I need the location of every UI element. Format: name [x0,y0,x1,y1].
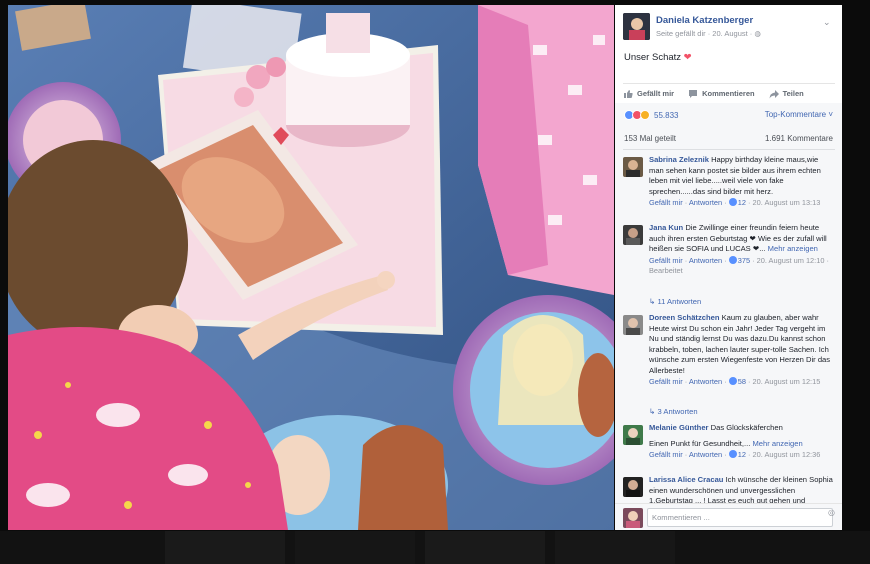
comment-like-link[interactable]: Gefällt mir [649,256,683,265]
reactions-summary[interactable]: 55.833 [624,110,678,120]
comment-like-count[interactable]: 12 [728,198,746,207]
comment-text: Das Glückskäferchen [710,423,783,432]
comment-count[interactable]: 1.691 Kommentare [765,134,833,143]
post-side-panel: Daniela Katzenberger Seite gefällt dir ·… [615,5,842,530]
post-header: Daniela Katzenberger Seite gefällt dir ·… [623,13,835,43]
comment-reply-link[interactable]: Antworten [689,256,722,265]
comment-time: 20. August um 12:15 [752,377,821,386]
comment-meta: Gefällt mir · Antworten · 12 · 20. Augus… [649,450,821,459]
like-badge-icon [728,450,737,458]
comment-text-continued: Einen Punkt für Gesundheit,... [649,438,751,448]
comment-list: Sabrina Zeleznik Happy birthday kleine m… [615,153,842,503]
like-badge-icon [728,198,737,206]
commenter-avatar[interactable] [623,425,643,445]
comment-time: 20. August um 12:36 [752,450,821,459]
page-avatar[interactable] [623,13,650,40]
see-more-link[interactable]: Mehr anzeigen [768,244,818,253]
see-more-link[interactable]: Mehr anzeigen [752,439,802,448]
commenter-name[interactable]: Melanie Günther [649,423,709,432]
comment-reply-link[interactable]: Antworten [689,377,722,386]
comment-like-count[interactable]: 58 [728,377,746,386]
heart-icon: ❤ [683,52,692,63]
engagement-section: 55.833 Top-Kommentare ˅ 153 Mal geteilt … [615,103,842,530]
comment-text: Kaum zu glauben, aber wahr Heute wirst D… [649,313,831,375]
commenter-name[interactable]: Jana Kun [649,223,683,232]
comment-icon [688,89,698,99]
comment-reply-link[interactable]: Antworten [689,198,722,207]
comment-like-count[interactable]: 12 [728,450,746,459]
comment-like-count[interactable]: 375 [728,255,750,265]
comment-like-link[interactable]: Gefällt mir [649,198,683,207]
commenter-avatar[interactable] [623,225,643,245]
post-photo[interactable] [8,5,614,530]
camera-icon[interactable]: ◎ [828,508,838,518]
top-comments-dropdown[interactable]: Top-Kommentare ˅ [765,110,833,119]
comment-meta: Gefällt mir · Antworten · 12 · 20. Augus… [649,198,821,207]
background-strip [0,531,870,564]
post-text: Unser Schatz ❤ [624,52,692,63]
like-badge-icon [728,377,737,385]
commenter-name[interactable]: Larissa Alice Cracau [649,475,723,484]
comment-reply-link[interactable]: Antworten [689,450,722,459]
globe-icon: ◍ [754,29,761,38]
wow-reaction-icon [640,110,650,120]
comment-meta: Gefällt mir · Antworten · 58 · 20. Augus… [649,377,821,386]
commenter-avatar[interactable] [623,477,643,497]
share-button[interactable]: Teilen [769,89,804,99]
post-actions: Gefällt mir Kommentieren Teilen [623,83,835,103]
commenter-name[interactable]: Doreen Schätzchen [649,313,719,322]
thumbs-up-icon [623,89,633,99]
comment-input[interactable]: Kommentieren ... [647,508,833,527]
like-badge-icon [728,255,737,264]
commenter-avatar[interactable] [623,157,643,177]
comment-like-link[interactable]: Gefällt mir [649,450,683,459]
share-icon [769,89,779,99]
reaction-count: 55.833 [654,110,679,120]
comment-time: 20. August um 13:13 [752,198,821,207]
share-count[interactable]: 153 Mal geteilt [624,134,676,143]
view-replies-link[interactable]: ↳ 3 Antworten [649,407,698,416]
user-avatar [623,508,643,528]
comment-composer: Kommentieren ... ◎ [615,503,842,530]
like-button[interactable]: Gefällt mir [623,89,674,99]
view-replies-link[interactable]: ↳ 11 Antworten [649,297,701,306]
comment-meta: Gefällt mir · Antworten · 375 · 20. Augu… [649,255,829,275]
comment-button[interactable]: Kommentieren [688,89,755,99]
chevron-down-icon[interactable]: ⌄ [823,17,833,27]
commenter-name[interactable]: Sabrina Zeleznik [649,155,709,164]
post-meta: Seite gefällt dir · 20. August · ◍ [656,29,761,38]
commenter-avatar[interactable] [623,315,643,335]
divider [623,149,835,150]
comment-like-link[interactable]: Gefällt mir [649,377,683,386]
post-author[interactable]: Daniela Katzenberger [656,15,753,26]
